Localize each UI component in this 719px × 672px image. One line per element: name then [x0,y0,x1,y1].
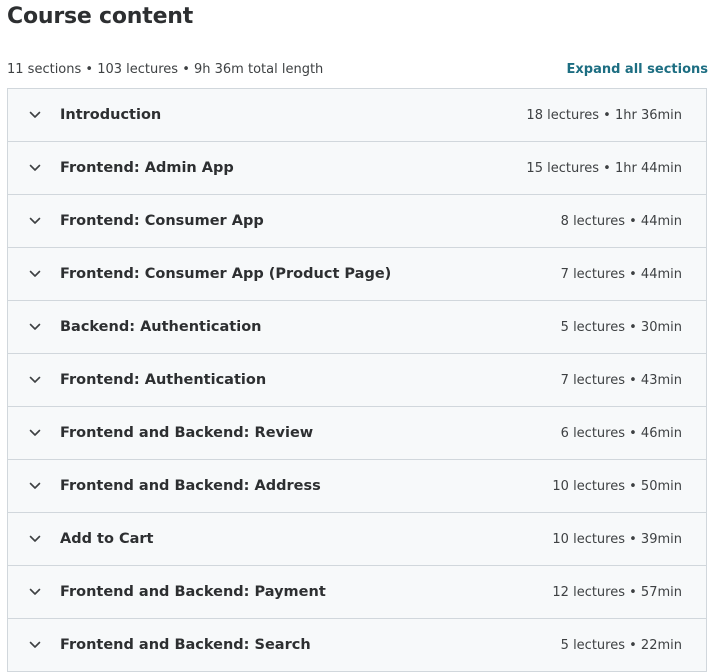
section-row[interactable]: Add to Cart 10 lectures • 39min [8,513,706,566]
chevron-down-icon[interactable] [28,161,42,175]
section-title: Frontend: Authentication [60,372,267,388]
section-row[interactable]: Frontend: Consumer App 8 lectures • 44mi… [8,195,706,248]
chevron-down-icon[interactable] [28,320,42,334]
page-title: Course content [7,4,194,29]
section-title: Backend: Authentication [60,319,262,335]
section-title: Frontend: Admin App [60,160,234,176]
section-row[interactable]: Frontend: Authentication 7 lectures • 43… [8,354,706,407]
section-title: Frontend: Consumer App (Product Page) [60,266,392,282]
section-meta: 10 lectures • 39min [552,531,682,547]
section-meta: 7 lectures • 44min [560,266,682,282]
section-row[interactable]: Frontend and Backend: Address 10 lecture… [8,460,706,513]
section-meta: 15 lectures • 1hr 44min [526,160,682,176]
section-row[interactable]: Frontend and Backend: Search 5 lectures … [8,619,706,672]
section-meta: 6 lectures • 46min [560,425,682,441]
chevron-down-icon[interactable] [28,267,42,281]
chevron-down-icon[interactable] [28,426,42,440]
section-meta: 5 lectures • 22min [560,637,682,653]
section-meta: 12 lectures • 57min [552,584,682,600]
section-row[interactable]: Frontend: Admin App 15 lectures • 1hr 44… [8,142,706,195]
section-title: Introduction [60,107,162,123]
chevron-down-icon[interactable] [28,373,42,387]
chevron-down-icon[interactable] [28,214,42,228]
chevron-down-icon[interactable] [28,638,42,652]
section-row[interactable]: Frontend: Consumer App (Product Page) 7 … [8,248,706,301]
section-meta: 8 lectures • 44min [560,213,682,229]
section-title: Frontend: Consumer App [60,213,264,229]
section-title: Frontend and Backend: Payment [60,584,326,600]
chevron-down-icon[interactable] [28,532,42,546]
section-meta: 18 lectures • 1hr 36min [526,107,682,123]
section-meta: 10 lectures • 50min [552,478,682,494]
section-row[interactable]: Introduction 18 lectures • 1hr 36min [8,89,706,142]
chevron-down-icon[interactable] [28,479,42,493]
section-title: Add to Cart [60,531,154,547]
section-row[interactable]: Frontend and Backend: Review 6 lectures … [8,407,706,460]
section-list: Introduction 18 lectures • 1hr 36min Fro… [7,88,707,672]
section-meta: 7 lectures • 43min [560,372,682,388]
section-title: Frontend and Backend: Review [60,425,314,441]
course-summary-bar: 11 sections • 103 lectures • 9h 36m tota… [7,60,708,78]
section-row[interactable]: Frontend and Backend: Payment 12 lecture… [8,566,706,619]
section-meta: 5 lectures • 30min [560,319,682,335]
section-row[interactable]: Backend: Authentication 5 lectures • 30m… [8,301,706,354]
expand-all-sections-button[interactable]: Expand all sections [567,62,709,77]
section-title: Frontend and Backend: Search [60,637,311,653]
chevron-down-icon[interactable] [28,585,42,599]
course-summary-text: 11 sections • 103 lectures • 9h 36m tota… [7,61,324,77]
section-title: Frontend and Backend: Address [60,478,321,494]
chevron-down-icon[interactable] [28,108,42,122]
